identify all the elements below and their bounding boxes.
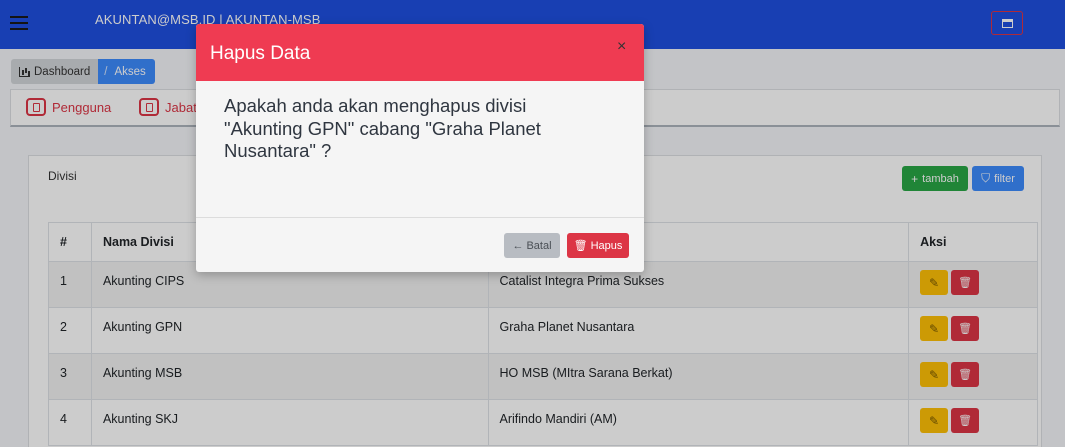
modal-body: Apakah anda akan menghapus divisi "Akunt… xyxy=(196,81,644,217)
trash-icon: 🗑 xyxy=(573,240,588,252)
modal-footer: ← Batal 🗑 Hapus xyxy=(196,217,644,272)
delete-confirm-button[interactable]: 🗑 Hapus xyxy=(567,233,629,258)
delete-confirm-label: Hapus xyxy=(590,239,623,252)
modal-title: Hapus Data xyxy=(210,43,311,64)
arrow-left-icon: ← xyxy=(512,239,524,252)
modal-message: Apakah anda akan menghapus divisi "Akunt… xyxy=(224,95,541,161)
cancel-button[interactable]: ← Batal xyxy=(504,233,560,258)
modal-header: Hapus Data × xyxy=(196,24,644,81)
cancel-button-label: Batal xyxy=(526,239,552,252)
delete-modal: Hapus Data × Apakah anda akan menghapus … xyxy=(196,24,644,272)
close-icon[interactable]: × xyxy=(617,38,626,56)
